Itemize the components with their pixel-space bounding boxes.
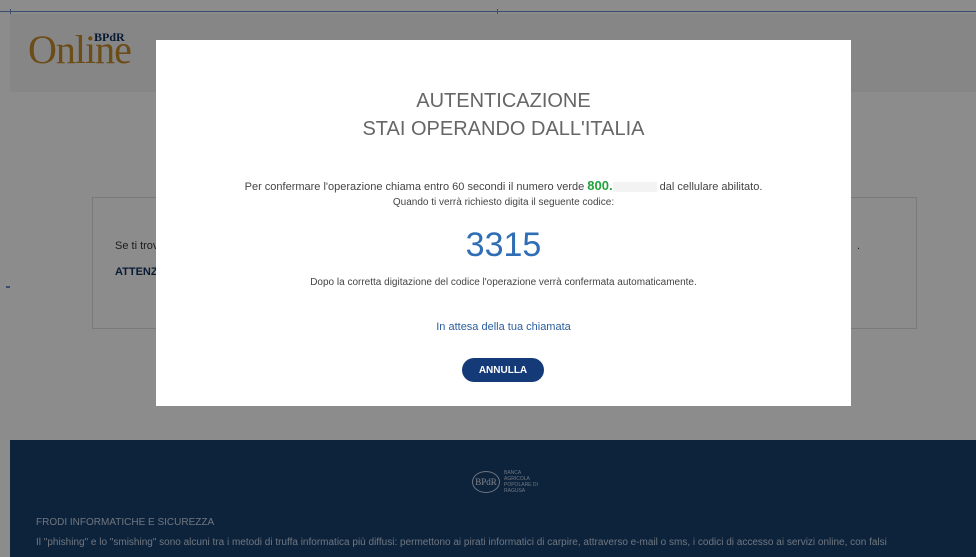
- waiting-status: In attesa della tua chiamata: [436, 321, 571, 333]
- confirmation-note: Dopo la corretta digitazione del codice …: [310, 277, 697, 288]
- modal-title: AUTENTICAZIONE: [416, 90, 591, 112]
- redacted-number: [612, 182, 657, 193]
- authentication-modal: AUTENTICAZIONE STAI OPERANDO DALL'ITALIA…: [156, 40, 851, 406]
- call-instruction-suffix: dal cellulare abilitato.: [656, 181, 763, 193]
- call-instruction: Per confermare l'operazione chiama entro…: [156, 178, 851, 193]
- toll-free-number: 800.: [587, 178, 613, 193]
- verification-code: 3315: [465, 226, 542, 264]
- modal-subtitle: STAI OPERANDO DALL'ITALIA: [362, 118, 645, 140]
- code-instruction: Quando ti verrà richiesto digita il segu…: [392, 197, 615, 208]
- cancel-button[interactable]: ANNULLA: [462, 358, 544, 382]
- call-instruction-prefix: Per confermare l'operazione chiama entro…: [244, 181, 588, 193]
